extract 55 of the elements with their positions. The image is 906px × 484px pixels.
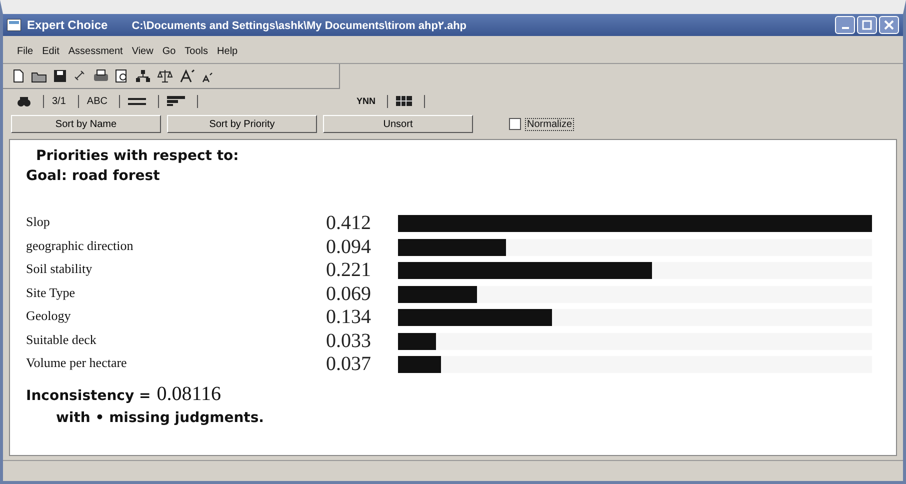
bar-chart-icon: [167, 96, 186, 106]
heading: Priorities with respect to:: [36, 148, 240, 164]
view-tab[interactable]: YNN: [350, 94, 388, 108]
menu-item[interactable]: Help: [217, 46, 238, 57]
priority-value: 0.412: [326, 212, 372, 236]
floppy-icon[interactable]: [53, 69, 67, 83]
window-title: Expert Choice: [27, 18, 108, 32]
checkbox-label: Normalize: [525, 118, 574, 130]
balance-icon[interactable]: [157, 69, 173, 83]
file-path: C:\Documents and Settings\ashk\My Documents\tirom ahp۲.ahp: [132, 18, 467, 32]
new-file-icon[interactable]: [11, 69, 25, 83]
missing-judgments-text: with • missing judgments.: [56, 410, 266, 426]
menu-item[interactable]: Assessment: [68, 46, 123, 57]
priority-value: 0.134: [326, 306, 372, 330]
maximize-button[interactable]: [857, 16, 877, 34]
sort-button[interactable]: Unsort: [323, 115, 473, 133]
preview-icon[interactable]: [115, 69, 129, 83]
maximize-icon: [862, 20, 872, 30]
menu-item[interactable]: File: [17, 46, 34, 57]
inconsistency-value: 0.08116: [156, 382, 221, 406]
criterion-name: Site Type: [26, 284, 76, 302]
menu-item[interactable]: View: [132, 46, 154, 57]
criterion-name: Volume per hectare: [26, 354, 128, 372]
grid-icon: [396, 96, 412, 106]
view-tab[interactable]: 3/1: [46, 94, 79, 108]
view-tab[interactable]: ABC: [80, 94, 120, 108]
menu-item[interactable]: Edit: [42, 46, 60, 57]
app-icon: [7, 19, 21, 31]
criterion-name: Soil stability: [26, 260, 94, 278]
minimize-button[interactable]: [835, 16, 855, 34]
sort-button[interactable]: Sort by Priority: [167, 115, 317, 133]
menu-item[interactable]: Go: [162, 46, 176, 57]
priority-value: 0.094: [326, 236, 372, 259]
inconsistency-label: Inconsistency =: [26, 388, 151, 404]
lines-icon: [128, 96, 146, 106]
normalize-checkbox[interactable]: [509, 118, 521, 130]
font-larger-icon[interactable]: [179, 69, 195, 83]
criterion-name: geographic direction: [26, 236, 134, 255]
priority-value: 0.069: [326, 282, 372, 306]
priority-value: 0.033: [326, 330, 372, 353]
criterion-name: Slop: [26, 213, 51, 231]
goal-label: Goal: road forest: [26, 168, 161, 184]
criterion-name: Suitable deck: [26, 330, 98, 348]
close-button[interactable]: [879, 16, 899, 34]
hierarchy-icon[interactable]: [135, 69, 151, 83]
close-icon: [884, 20, 894, 30]
priority-value: 0.221: [326, 259, 372, 282]
printer-icon[interactable]: [93, 69, 109, 83]
criterion-name: Geology: [26, 307, 72, 325]
sort-button[interactable]: Sort by Name: [11, 115, 161, 133]
minimize-icon: [842, 27, 848, 29]
priority-value: 0.037: [326, 353, 372, 376]
binoculars-icon: [17, 96, 31, 106]
menu-item[interactable]: Tools: [184, 46, 208, 57]
link-icon[interactable]: [73, 69, 87, 83]
